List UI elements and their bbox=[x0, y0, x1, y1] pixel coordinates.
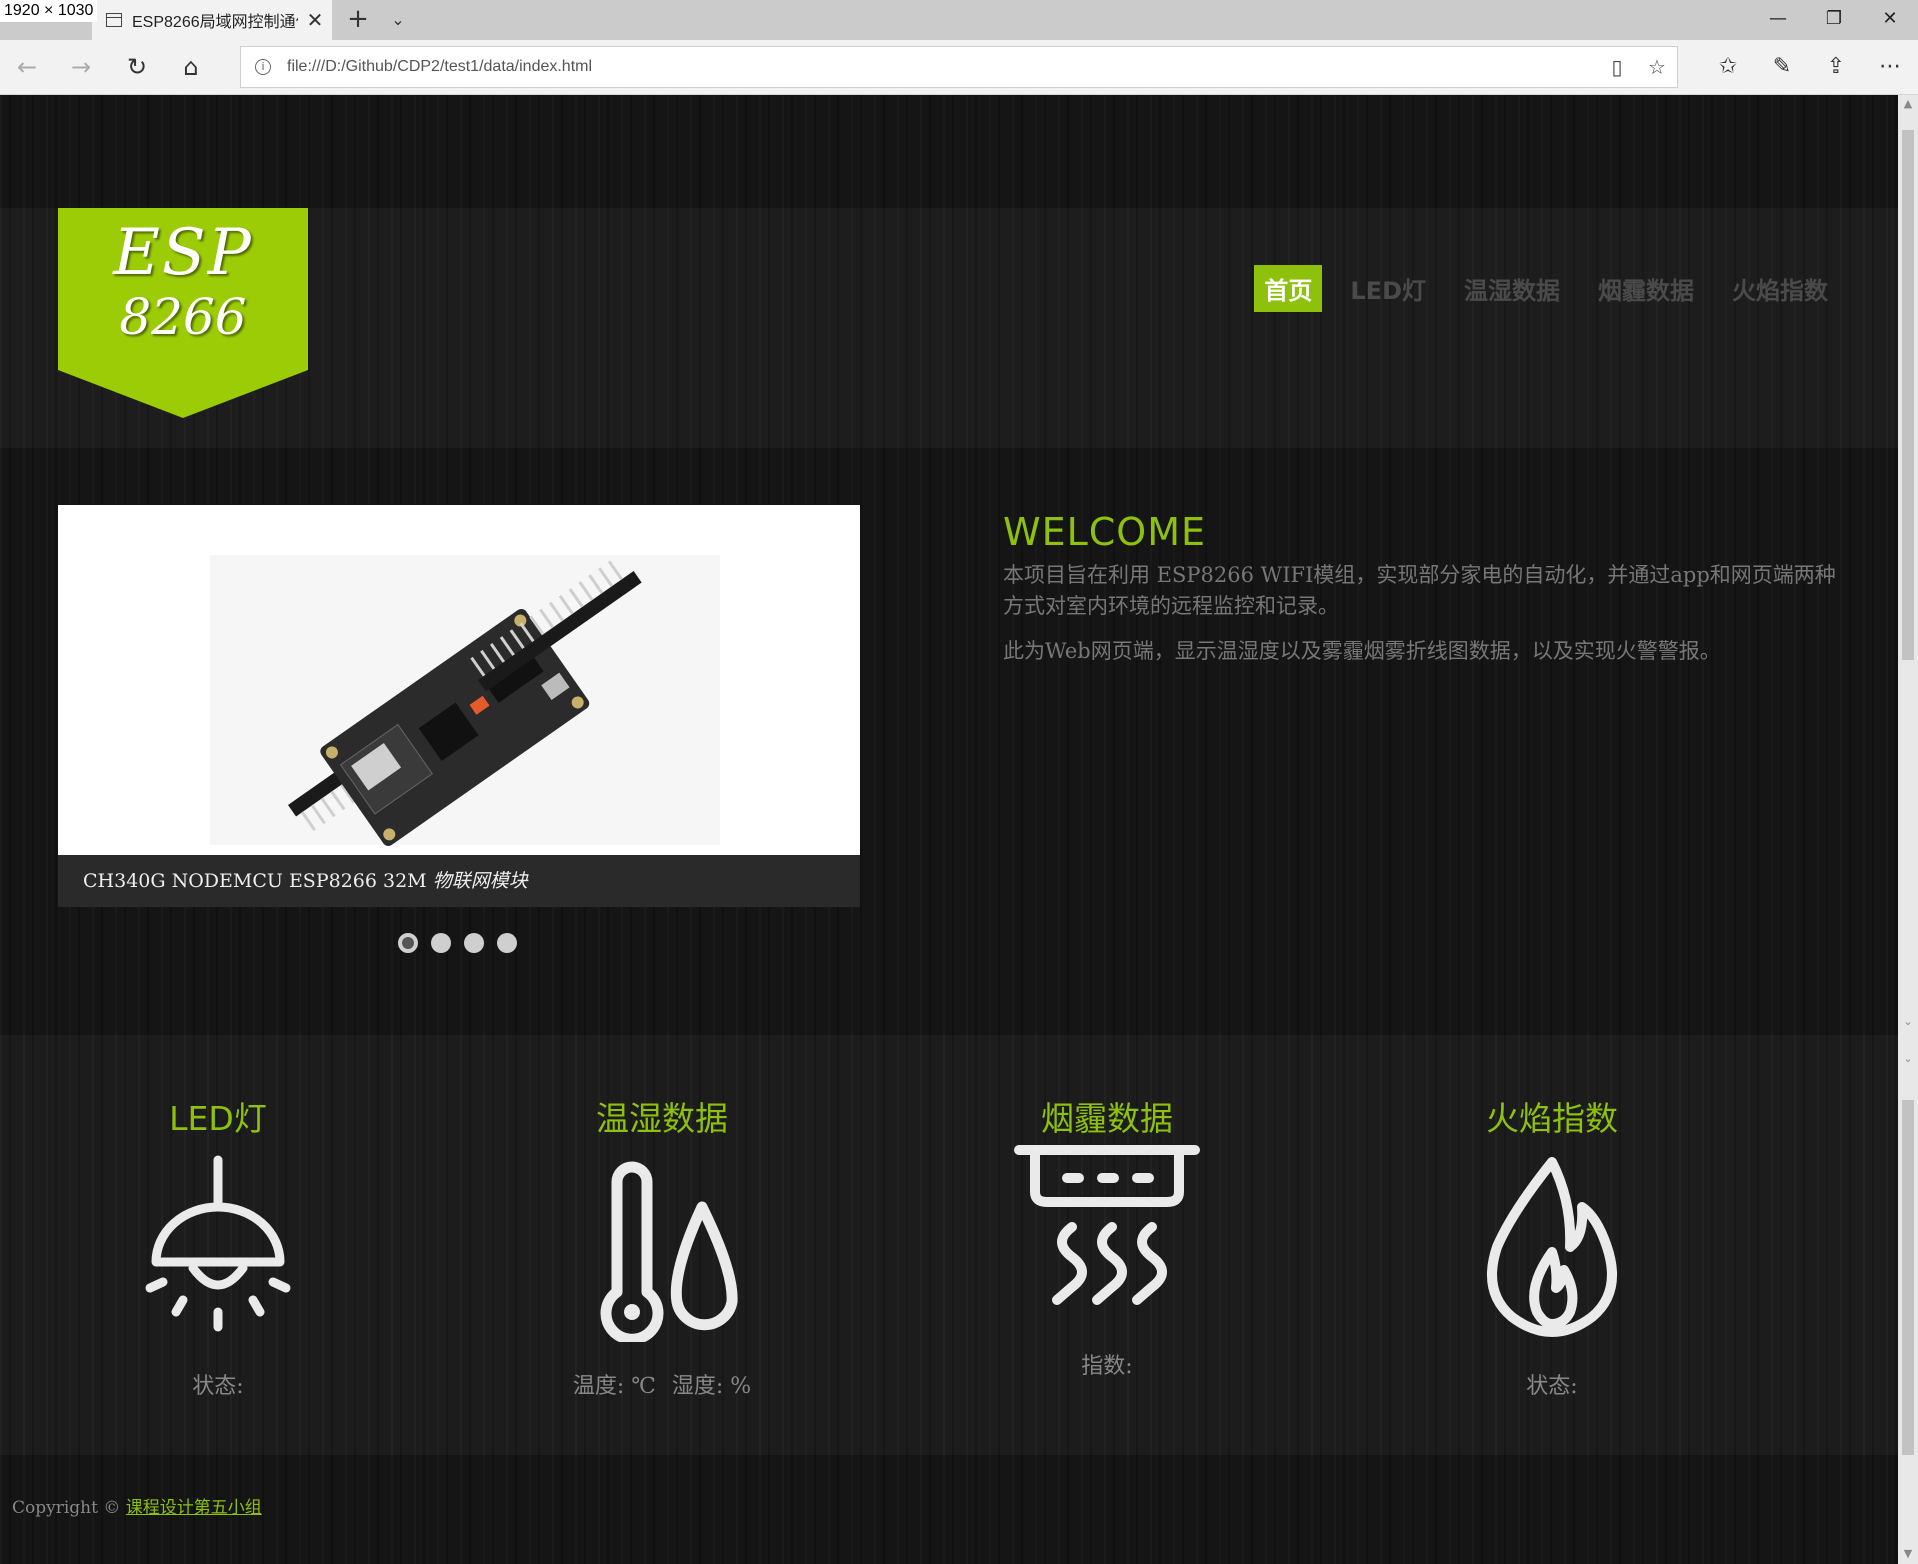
tab-title: ESP8266局域网控制通信 bbox=[132, 14, 298, 31]
new-tab-icon[interactable]: + bbox=[340, 0, 376, 40]
close-window-icon[interactable]: ✕ bbox=[1862, 0, 1918, 40]
home-icon[interactable]: ⌂ bbox=[166, 40, 216, 95]
more-icon[interactable]: ⋯ bbox=[1864, 40, 1916, 95]
welcome-paragraph-2: 此为Web网页端，显示温湿度以及雾霾烟雾折线图数据，以及实现火警警报。 bbox=[1003, 639, 1721, 663]
favorite-star-icon[interactable]: ☆ bbox=[1637, 55, 1677, 79]
nav-home[interactable]: 首页 bbox=[1254, 265, 1323, 312]
scrollbar[interactable]: ▲ ⌄ ⌄ ▼ bbox=[1898, 95, 1918, 1564]
favorites-list-icon[interactable]: ✩ bbox=[1702, 40, 1754, 95]
temperature-label: 温度: ℃ bbox=[572, 1374, 656, 1399]
feature-smog[interactable]: 烟霾数据 指数: bbox=[957, 1092, 1257, 1380]
minimize-icon[interactable]: — bbox=[1750, 0, 1806, 40]
close-tab-icon[interactable]: ✕ bbox=[298, 8, 332, 33]
slider-dot[interactable] bbox=[398, 933, 418, 953]
thermometer-drop-icon bbox=[600, 1161, 738, 1342]
back-icon[interactable]: ← bbox=[2, 40, 52, 95]
feature-temp-humidity[interactable]: 温湿数据 温度: ℃ 湿度: % bbox=[512, 1092, 812, 1400]
browser-toolbar: ← → ↻ ⌂ i file:///D:/Github/CDP2/test1/d… bbox=[0, 40, 1918, 95]
nav-flame[interactable]: 火焰指数 bbox=[1722, 265, 1838, 312]
footer-link[interactable]: 课程设计第五小组 bbox=[126, 1498, 262, 1518]
reading-view-icon[interactable]: ▯ bbox=[1597, 55, 1637, 79]
flame-icon bbox=[1487, 1157, 1617, 1337]
refresh-icon[interactable]: ↻ bbox=[112, 40, 162, 95]
smoke-hood-icon bbox=[1014, 1145, 1200, 1305]
footer: Copyright © 课程设计第五小组 bbox=[12, 1493, 262, 1518]
page: ESP 8266 首页 LED灯 温湿数据 烟霾数据 火焰指数 CH340G N… bbox=[0, 95, 1898, 1564]
site-logo[interactable]: ESP 8266 bbox=[58, 208, 308, 418]
humidity-label: 湿度: % bbox=[671, 1374, 752, 1399]
lamp-icon bbox=[145, 1155, 291, 1332]
slider-dot[interactable] bbox=[431, 933, 451, 953]
info-icon[interactable]: i bbox=[255, 59, 271, 75]
slider-dots bbox=[398, 933, 530, 953]
share-icon[interactable]: ⇪ bbox=[1810, 40, 1862, 95]
address-url[interactable]: file:///D:/Github/CDP2/test1/data/index.… bbox=[287, 58, 1597, 76]
main-nav: 首页 LED灯 温湿数据 烟霾数据 火焰指数 bbox=[1236, 265, 1838, 312]
feature-status: 状态: bbox=[192, 1374, 244, 1399]
slide-image bbox=[58, 505, 860, 855]
chevron-down-icon[interactable]: ⌄ bbox=[380, 0, 416, 40]
welcome-paragraph: 本项目旨在利用 ESP8266 WIFI模组，实现部分家电的自动化，并通过app… bbox=[1003, 563, 1836, 618]
scroll-down-icon[interactable]: ⌄ bbox=[1898, 1050, 1918, 1068]
scroll-down-icon[interactable]: ▼ bbox=[1898, 1545, 1918, 1563]
scroll-thumb[interactable] bbox=[1902, 1100, 1914, 1455]
nav-led[interactable]: LED灯 bbox=[1340, 265, 1436, 312]
welcome-title: WELCOME bbox=[1003, 510, 1206, 554]
pen-icon[interactable]: ✎ bbox=[1756, 40, 1808, 95]
caption-text: CH340G NODEMCU ESP8266 32M bbox=[83, 870, 433, 892]
scroll-down-icon[interactable]: ⌄ bbox=[1898, 1013, 1918, 1031]
logo-line2: 8266 bbox=[119, 288, 247, 346]
restore-icon[interactable]: ❐ bbox=[1806, 0, 1862, 40]
page-icon bbox=[106, 13, 122, 27]
nav-temp-humidity[interactable]: 温湿数据 bbox=[1454, 265, 1570, 312]
nav-smog[interactable]: 烟霾数据 bbox=[1588, 265, 1704, 312]
esp8266-board-illustration bbox=[210, 555, 720, 846]
feature-led[interactable]: LED灯 状态: bbox=[68, 1092, 368, 1400]
image-slider[interactable]: CH340G NODEMCU ESP8266 32M 物联网模块 bbox=[58, 505, 860, 907]
caption-italic: 物联网模块 bbox=[432, 870, 528, 892]
feature-title: 火焰指数 bbox=[1486, 1099, 1618, 1138]
feature-status: 温度: ℃ 湿度: % bbox=[512, 1368, 812, 1400]
forward-icon[interactable]: → bbox=[56, 40, 106, 95]
address-bar[interactable]: i file:///D:/Github/CDP2/test1/data/inde… bbox=[240, 46, 1678, 88]
logo-line1: ESP bbox=[113, 216, 253, 290]
browser-tab[interactable]: ESP8266局域网控制通信 ✕ bbox=[92, 0, 332, 40]
scroll-up-icon[interactable]: ▲ bbox=[1898, 95, 1918, 113]
browser-titlebar: ESP8266局域网控制通信 ✕ + ⌄ — ❐ ✕ bbox=[0, 0, 1918, 40]
slider-dot[interactable] bbox=[497, 933, 517, 953]
slide-caption: CH340G NODEMCU ESP8266 32M 物联网模块 bbox=[58, 855, 860, 907]
copyright-text: Copyright © bbox=[12, 1498, 126, 1518]
feature-title: 温湿数据 bbox=[596, 1099, 728, 1138]
feature-status: 状态: bbox=[1526, 1374, 1578, 1399]
feature-title: LED灯 bbox=[169, 1099, 267, 1138]
dimension-badge: 1920 × 1030 bbox=[0, 0, 98, 22]
feature-title: 烟霾数据 bbox=[1041, 1099, 1173, 1138]
scroll-thumb[interactable] bbox=[1902, 130, 1914, 660]
slider-dot[interactable] bbox=[464, 933, 484, 953]
feature-flame[interactable]: 火焰指数 状态: bbox=[1402, 1092, 1702, 1400]
welcome-section: WELCOME 本项目旨在利用 ESP8266 WIFI模组，实现部分家电的自动… bbox=[1003, 510, 1843, 667]
feature-status: 指数: bbox=[1081, 1354, 1133, 1379]
